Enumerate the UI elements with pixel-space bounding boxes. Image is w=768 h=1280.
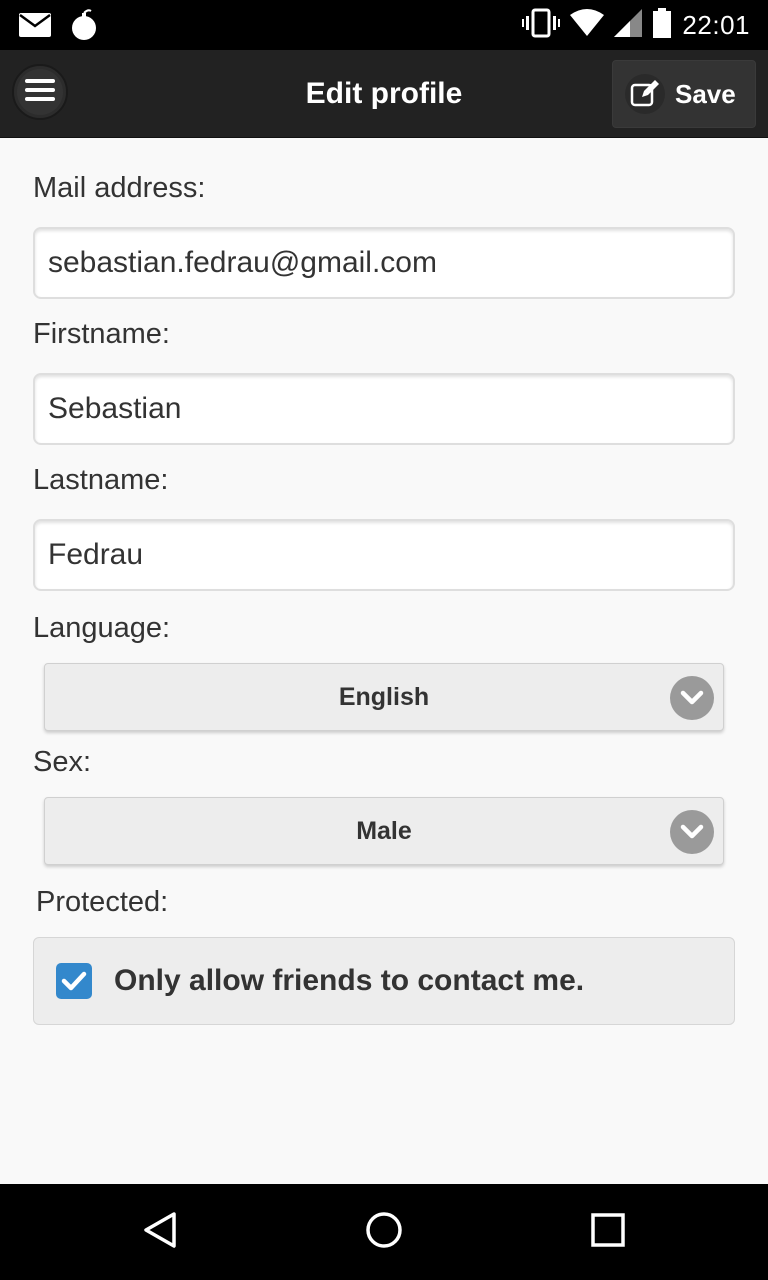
status-bar: 22:01 <box>0 0 768 50</box>
chevron-down-icon <box>670 676 714 720</box>
protected-checkbox[interactable] <box>56 963 92 999</box>
home-icon <box>364 1210 404 1255</box>
protected-checkbox-row[interactable]: Only allow friends to contact me. <box>33 937 735 1025</box>
chevron-down-icon <box>670 810 714 854</box>
sex-selected-value: Male <box>356 816 412 845</box>
edit-icon <box>625 74 665 114</box>
protected-checkbox-label: Only allow friends to contact me. <box>114 964 585 997</box>
firstname-input[interactable] <box>33 373 735 445</box>
battery-icon <box>652 8 672 43</box>
language-selected-value: English <box>338 682 430 711</box>
save-button[interactable]: Save <box>612 60 756 128</box>
system-nav-bar <box>0 1184 768 1280</box>
protected-label: Protected: <box>36 886 169 918</box>
firstname-label: Firstname: <box>33 318 170 350</box>
language-label: Language: <box>33 612 171 644</box>
sex-select[interactable]: Male <box>44 797 724 865</box>
vibrate-icon <box>522 8 561 43</box>
language-select[interactable]: English <box>44 663 724 731</box>
menu-button[interactable] <box>12 64 68 120</box>
lastname-label: Lastname: <box>33 464 169 496</box>
recents-icon <box>588 1210 628 1255</box>
hamburger-icon <box>25 78 55 107</box>
checkmark-icon <box>61 971 87 991</box>
back-button[interactable] <box>138 1210 182 1254</box>
sex-label: Sex: <box>33 746 92 778</box>
lastname-input[interactable] <box>33 519 735 591</box>
mail-icon <box>18 12 52 43</box>
bomb-icon <box>70 9 98 46</box>
home-button[interactable] <box>362 1210 406 1254</box>
header-toolbar: Edit profile Save <box>0 50 768 138</box>
status-time: 22:01 <box>682 10 750 40</box>
wifi-icon <box>570 9 605 42</box>
mail-address-label: Mail address: <box>33 172 206 204</box>
mail-address-input[interactable] <box>33 227 735 299</box>
recents-button[interactable] <box>586 1210 630 1254</box>
save-button-label: Save <box>675 78 736 109</box>
edit-profile-form: Mail address: Firstname: Lastname: Langu… <box>0 138 768 1184</box>
signal-icon <box>614 9 643 42</box>
back-icon <box>140 1210 180 1255</box>
